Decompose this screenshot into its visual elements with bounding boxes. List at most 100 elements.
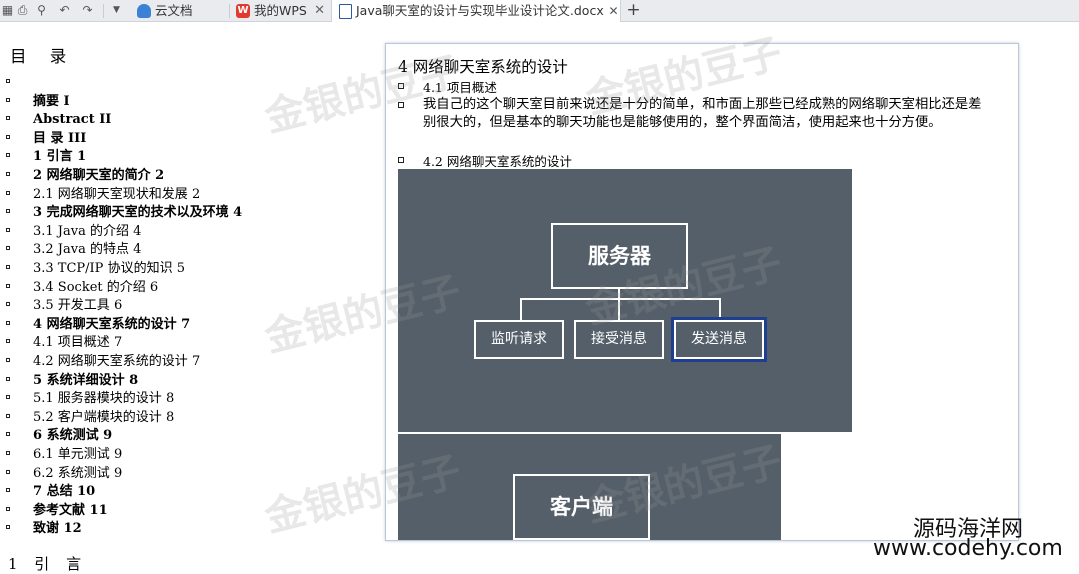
- toc-item[interactable]: 目 录 III: [0, 130, 380, 148]
- toc-item[interactable]: 参考文献 11: [0, 502, 380, 520]
- toc-item-label: 4.2 网络聊天室系统的设计 7: [33, 354, 201, 369]
- save-icon[interactable]: ▦: [0, 3, 15, 18]
- close-icon[interactable]: ✕: [606, 4, 621, 19]
- toc-item[interactable]: 6.1 单元测试 9: [0, 446, 380, 464]
- toc-item-label: 6.2 系统测试 9: [33, 465, 123, 481]
- toc-item-label: Abstract II: [33, 112, 112, 128]
- toc-item-label: 6 系统测试 9: [33, 428, 113, 444]
- toc-item[interactable]: 4.1 项目概述 7: [0, 334, 380, 352]
- toc-item[interactable]: 3.5 开发工具 6: [0, 297, 380, 315]
- toolbar-separator: [103, 4, 104, 18]
- toc-item-label: 4.1 项目概述 7: [33, 335, 123, 351]
- toc-item[interactable]: 2.1 网络聊天室现状和发展 2: [0, 186, 380, 204]
- toc-item-label: 5.2 客户端模块的设计 8: [33, 409, 175, 425]
- receive-message-box: 接受消息: [574, 320, 664, 359]
- toc-item[interactable]: 致谢 12: [0, 520, 380, 538]
- outline-bullet: [6, 302, 10, 307]
- toc-item[interactable]: [0, 74, 380, 92]
- toc-item[interactable]: 3.2 Java 的特点 4: [0, 241, 380, 259]
- toc-item-label: 5.1 服务器模块的设计 8: [33, 391, 175, 407]
- outline-bullet: [398, 157, 404, 163]
- outline-bullet: [6, 376, 10, 381]
- toc-item-label: 3.5 开发工具 6: [33, 298, 123, 314]
- toc-item-label: 1 引言 1: [33, 149, 87, 165]
- tab-label: Java聊天室的设计与实现毕业设计论文.docx: [356, 3, 604, 18]
- toc-item-label: 2 网络聊天室的简介 2: [33, 168, 165, 183]
- tab-bar: ▦ ⎙ ⚲ ↶ ↷ ▼ 云文档 W 我的WPS ✕ Java聊天室的设计与实现毕…: [0, 0, 1079, 22]
- toc-item-label: 7 总结 10: [33, 484, 96, 500]
- outline-bullet: [6, 97, 10, 102]
- toc-item[interactable]: 7 总结 10: [0, 483, 380, 501]
- new-tab-icon[interactable]: +: [626, 2, 641, 19]
- architecture-diagram-lower[interactable]: 客户端: [398, 434, 781, 540]
- outline-bullet: [6, 265, 10, 269]
- tab-cloud-docs[interactable]: 云文档: [131, 0, 229, 22]
- architecture-diagram[interactable]: 服务器 监听请求 接受消息 发送消息: [398, 169, 852, 432]
- toc-item[interactable]: Abstract II: [0, 111, 380, 129]
- section-heading: 4.1 项目概述: [423, 80, 497, 95]
- toc-item-label: 3 完成网络聊天室的技术以及环境 4: [33, 205, 243, 221]
- print-preview-icon[interactable]: ⚲: [34, 3, 49, 18]
- toc-item[interactable]: 摘要 I: [0, 93, 380, 111]
- tab-my-wps[interactable]: W 我的WPS ✕: [230, 0, 331, 22]
- send-message-box: 发送消息: [671, 317, 767, 362]
- outline-bullet: [6, 116, 10, 121]
- print-icon[interactable]: ⎙: [15, 3, 30, 18]
- outline-bullet: [6, 358, 10, 362]
- chapter-heading: 4 网络聊天室系统的设计: [398, 58, 568, 76]
- toc-item[interactable]: 1 引言 1: [0, 148, 380, 166]
- outline-bullet: [6, 320, 10, 325]
- toc-item[interactable]: 3 完成网络聊天室的技术以及环境 4: [0, 204, 380, 222]
- site-watermark-url: www.codehy.com: [873, 536, 1063, 561]
- toc-item[interactable]: 5.2 客户端模块的设计 8: [0, 409, 380, 427]
- toc-item[interactable]: 4.2 网络聊天室系统的设计 7: [0, 353, 380, 371]
- chevron-down-icon[interactable]: ▼: [109, 3, 124, 18]
- connector-line: [719, 298, 721, 320]
- document-page[interactable]: 4 网络聊天室系统的设计 4.1 项目概述 我自己的这个聊天室目前来说还是十分的…: [385, 43, 1019, 541]
- toc-item-label: 目 录 III: [33, 130, 87, 146]
- redo-icon[interactable]: ↷: [80, 3, 95, 18]
- outline-bullet: [6, 190, 10, 195]
- outline-bullet: [6, 525, 10, 530]
- toc-item[interactable]: 3.3 TCP/IP 协议的知识 5: [0, 260, 380, 278]
- toc-item[interactable]: 5 系统详细设计 8: [0, 372, 380, 390]
- outline-bullet: [6, 395, 10, 400]
- section-heading: 4.2 网络聊天室系统的设计: [423, 154, 572, 169]
- tab-document[interactable]: Java聊天室的设计与实现毕业设计论文.docx: [331, 0, 621, 22]
- outline-bullet: [6, 488, 10, 493]
- outline-bullet: [6, 413, 10, 418]
- outline-bullet: [6, 432, 10, 437]
- toc-item[interactable]: 3.4 Socket 的介绍 6: [0, 279, 380, 297]
- undo-icon[interactable]: ↶: [57, 3, 72, 18]
- toc-item[interactable]: 3.1 Java 的介绍 4: [0, 223, 380, 241]
- connector-line: [618, 298, 620, 320]
- close-icon[interactable]: ✕: [314, 0, 325, 21]
- outline-bullet: [6, 283, 10, 288]
- toc-item[interactable]: 4 网络聊天室系统的设计 7: [0, 316, 380, 334]
- toc-item[interactable]: 2 网络聊天室的简介 2: [0, 167, 380, 185]
- toc-item-label: 5 系统详细设计 8: [33, 372, 139, 388]
- connector-line: [520, 298, 721, 300]
- outline-bullet: [6, 153, 10, 158]
- body-paragraph: 我自己的这个聊天室目前来说还是十分的简单，和市面上那些已经成熟的网络聊天室相比还…: [423, 97, 982, 130]
- toc-item[interactable]: 6.2 系统测试 9: [0, 465, 380, 483]
- outline-bullet: [6, 172, 10, 176]
- outline-bullet: [6, 79, 10, 83]
- outline-bullet: [6, 451, 10, 455]
- toc-item-label: 致谢 12: [33, 521, 82, 537]
- outline-bullet: [6, 506, 10, 511]
- toc-title: 目 录: [10, 47, 76, 66]
- server-box: 服务器: [551, 223, 688, 289]
- toc-item-label: 6.1 单元测试 9: [33, 447, 123, 462]
- outline-bullet: [398, 83, 404, 89]
- outline-bullet: [398, 102, 404, 108]
- cloud-doc-icon: [137, 4, 151, 18]
- outline-bullet: [6, 134, 10, 139]
- toc-item[interactable]: 6 系统测试 9: [0, 427, 380, 445]
- outline-bullet: [6, 469, 10, 474]
- toc-item-label: 4 网络聊天室系统的设计 7: [33, 316, 191, 332]
- wps-logo-icon: W: [236, 4, 250, 18]
- toc-item[interactable]: 5.1 服务器模块的设计 8: [0, 390, 380, 408]
- outline-bullet: [6, 227, 10, 232]
- toc-item-label: 参考文献 11: [33, 502, 108, 518]
